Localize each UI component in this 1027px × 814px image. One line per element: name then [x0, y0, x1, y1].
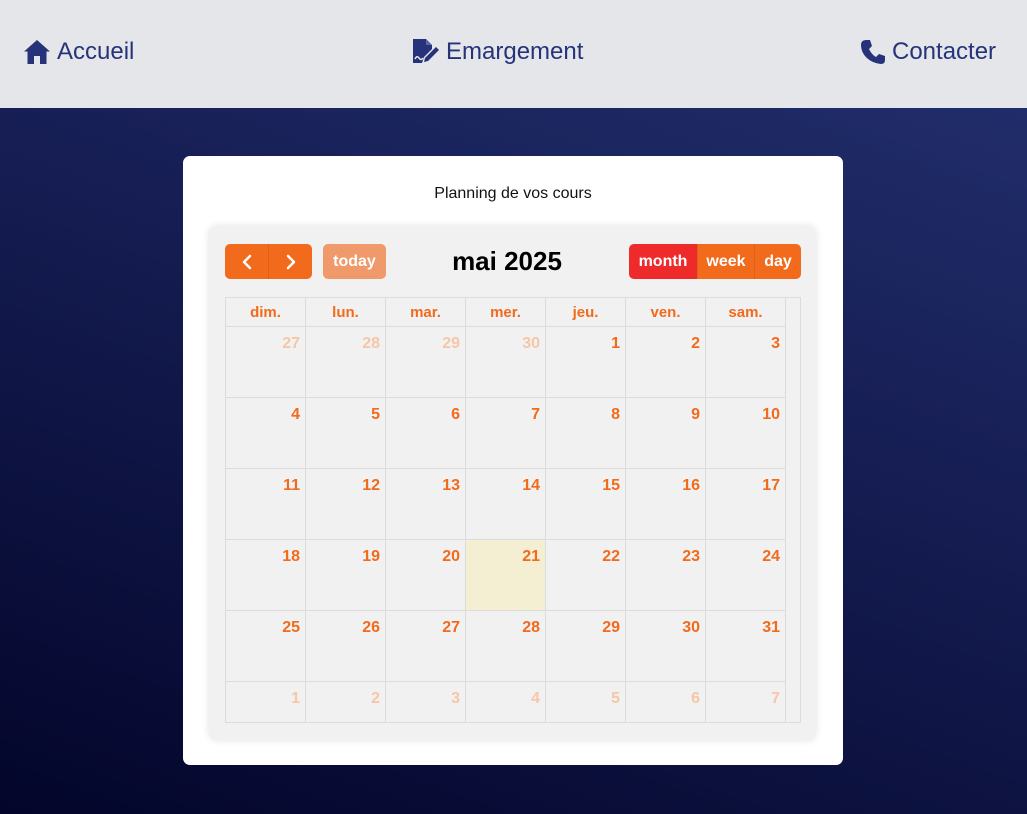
- day-cell[interactable]: 4: [466, 682, 546, 722]
- day-cell[interactable]: 14: [466, 469, 546, 540]
- weekday-header-cell: ven.: [626, 298, 706, 327]
- signature-icon: [411, 38, 440, 66]
- weekday-header-cell: jeu.: [546, 298, 626, 327]
- month-grid: dim. lun. mar. mer. jeu. ven. sam. 27 28 29 30 1 2 3…: [225, 297, 801, 723]
- day-cell[interactable]: 23: [626, 540, 706, 611]
- chevron-right-icon: [286, 254, 295, 269]
- week-row: 4 5 6 7 8 9 10: [226, 398, 786, 469]
- week-view-button[interactable]: week: [697, 244, 754, 279]
- day-cell[interactable]: 2: [306, 682, 386, 722]
- today-button[interactable]: today: [323, 244, 386, 279]
- day-cell[interactable]: 25: [226, 611, 306, 682]
- day-cell[interactable]: 27: [226, 327, 306, 398]
- day-cell[interactable]: 28: [306, 327, 386, 398]
- day-cell[interactable]: 31: [706, 611, 786, 682]
- prev-month-button[interactable]: [225, 244, 268, 279]
- week-row: 25 26 27 28 29 30 31: [226, 611, 786, 682]
- day-cell[interactable]: 16: [626, 469, 706, 540]
- nav-attendance-link[interactable]: Emargement: [411, 36, 583, 68]
- weekday-header-cell: sam.: [706, 298, 786, 327]
- weekday-header-cell: mar.: [386, 298, 466, 327]
- day-cell[interactable]: 10: [706, 398, 786, 469]
- day-cell[interactable]: 30: [626, 611, 706, 682]
- day-cell-today[interactable]: 21: [466, 540, 546, 611]
- calendar-title: mai 2025: [452, 246, 562, 276]
- nav-home-label: Accueil: [57, 38, 135, 65]
- top-nav-bar: Accueil Emargement Contacter: [0, 0, 1027, 108]
- week-row: 11 12 13 14 15 16 17: [226, 469, 786, 540]
- day-cell[interactable]: 17: [706, 469, 786, 540]
- day-cell[interactable]: 6: [626, 682, 706, 722]
- nav-attendance-label: Emargement: [446, 38, 584, 65]
- next-month-button[interactable]: [268, 244, 312, 279]
- day-cell[interactable]: 3: [706, 327, 786, 398]
- chevron-left-icon: [242, 254, 251, 269]
- day-cell[interactable]: 1: [226, 682, 306, 722]
- day-cell[interactable]: 28: [466, 611, 546, 682]
- day-cell[interactable]: 29: [546, 611, 626, 682]
- phone-icon: [860, 39, 886, 65]
- day-cell[interactable]: 30: [466, 327, 546, 398]
- day-cell[interactable]: 6: [386, 398, 466, 469]
- day-cell[interactable]: 26: [306, 611, 386, 682]
- day-cell[interactable]: 8: [546, 398, 626, 469]
- day-cell[interactable]: 3: [386, 682, 466, 722]
- day-cell[interactable]: 7: [466, 398, 546, 469]
- month-view-button[interactable]: month: [629, 244, 697, 279]
- day-cell[interactable]: 4: [226, 398, 306, 469]
- day-cell[interactable]: 12: [306, 469, 386, 540]
- nav-contact-link[interactable]: Contacter: [860, 36, 996, 68]
- weeks-container: 27 28 29 30 1 2 3 4 5 6 7 8 9 10 11 12 13 14 15 16 17 18 19 20 2…: [226, 327, 800, 722]
- day-cell[interactable]: 18: [226, 540, 306, 611]
- week-row: 27 28 29 30 1 2 3: [226, 327, 786, 398]
- day-cell[interactable]: 19: [306, 540, 386, 611]
- day-cell[interactable]: 29: [386, 327, 466, 398]
- day-cell[interactable]: 7: [706, 682, 786, 722]
- week-row: 18 19 20 21 22 23 24: [226, 540, 786, 611]
- weekday-header-cell: mer.: [466, 298, 546, 327]
- home-icon: [23, 39, 51, 65]
- weekday-header-cell: dim.: [226, 298, 306, 327]
- day-cell[interactable]: 1: [546, 327, 626, 398]
- day-cell[interactable]: 24: [706, 540, 786, 611]
- day-cell[interactable]: 15: [546, 469, 626, 540]
- day-cell[interactable]: 2: [626, 327, 706, 398]
- day-cell[interactable]: 9: [626, 398, 706, 469]
- day-view-button[interactable]: day: [754, 244, 801, 279]
- day-cell[interactable]: 27: [386, 611, 466, 682]
- calendar: today mai 2025 month week day dim. lun. ma…: [209, 226, 816, 740]
- day-cell[interactable]: 22: [546, 540, 626, 611]
- nav-home-link[interactable]: Accueil: [23, 36, 134, 68]
- day-cell[interactable]: 13: [386, 469, 466, 540]
- calendar-toolbar: today mai 2025 month week day: [209, 226, 816, 296]
- weekday-header: dim. lun. mar. mer. jeu. ven. sam.: [226, 298, 786, 327]
- day-cell[interactable]: 5: [306, 398, 386, 469]
- nav-contact-label: Contacter: [892, 38, 997, 65]
- day-cell[interactable]: 5: [546, 682, 626, 722]
- week-row: 1234567: [226, 682, 786, 722]
- day-cell[interactable]: 20: [386, 540, 466, 611]
- day-cell[interactable]: 11: [226, 469, 306, 540]
- weekday-header-cell: lun.: [306, 298, 386, 327]
- card-title: Planning de vos cours: [434, 185, 592, 202]
- planning-card: Planning de vos cours today mai 2025 mon…: [183, 156, 843, 765]
